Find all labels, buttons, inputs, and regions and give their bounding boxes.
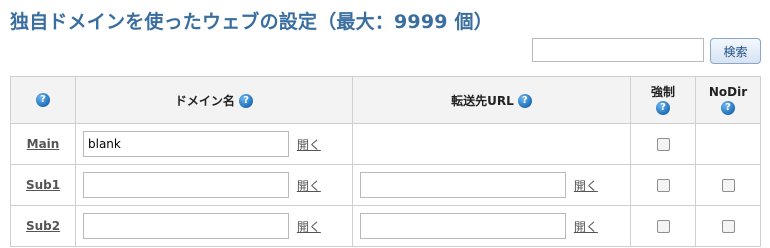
header-help: ? bbox=[10, 76, 76, 124]
force-cell bbox=[630, 205, 696, 247]
domain-cell: 開く bbox=[75, 123, 353, 165]
help-icon[interactable]: ? bbox=[239, 94, 254, 108]
open-link-redirect-sub2[interactable]: 開く bbox=[574, 218, 598, 235]
force-cell bbox=[630, 123, 696, 165]
open-link-domain-sub1[interactable]: 開く bbox=[297, 177, 321, 194]
open-link-redirect-sub1[interactable]: 開く bbox=[574, 177, 598, 194]
search-button[interactable]: 検索 bbox=[710, 38, 761, 64]
force-cell bbox=[630, 164, 696, 206]
table-row-main: Main 開く bbox=[10, 123, 761, 165]
nodir-cell bbox=[695, 164, 761, 206]
nodir-cell bbox=[695, 205, 761, 247]
header-force-label: 強制 bbox=[650, 85, 675, 100]
force-checkbox-sub2[interactable] bbox=[656, 219, 670, 233]
redirect-cell-empty bbox=[352, 123, 631, 165]
row-label-main[interactable]: Main bbox=[11, 137, 75, 151]
table-row-sub2: Sub2 開く 開く bbox=[10, 205, 761, 247]
row-label-sub1[interactable]: Sub1 bbox=[11, 178, 75, 192]
domain-cell: 開く bbox=[75, 164, 353, 206]
open-link-domain-main[interactable]: 開く bbox=[297, 136, 321, 153]
help-icon[interactable]: ? bbox=[517, 94, 532, 108]
domain-input-main[interactable] bbox=[83, 131, 289, 157]
row-label-sub2[interactable]: Sub2 bbox=[11, 219, 75, 233]
help-icon[interactable]: ? bbox=[721, 100, 735, 115]
nodir-checkbox-sub2[interactable] bbox=[721, 219, 735, 233]
header-force: 強制 ? bbox=[630, 76, 696, 124]
redirect-input-sub2[interactable] bbox=[360, 213, 566, 239]
search-input[interactable] bbox=[532, 38, 704, 62]
open-link-domain-sub2[interactable]: 開く bbox=[297, 218, 321, 235]
redirect-cell: 開く bbox=[352, 164, 631, 206]
table-row-sub1: Sub1 開く 開く bbox=[10, 164, 761, 206]
domain-cell: 開く bbox=[75, 205, 353, 247]
help-icon[interactable]: ? bbox=[36, 93, 50, 108]
row-label-cell: Sub2 bbox=[10, 205, 76, 247]
redirect-input-sub1[interactable] bbox=[360, 172, 566, 198]
redirect-cell: 開く bbox=[352, 205, 631, 247]
domain-input-sub1[interactable] bbox=[83, 172, 289, 198]
header-domain-label: ドメイン名 bbox=[174, 93, 235, 108]
domain-input-sub2[interactable] bbox=[83, 213, 289, 239]
header-domain: ドメイン名 ? bbox=[75, 76, 353, 124]
domain-settings-table: ? ドメイン名 ? 転送先URL ? 強制 ? NoDir ? Main bla… bbox=[10, 76, 761, 247]
header-nodir-label: NoDir bbox=[708, 85, 748, 100]
nodir-cell-empty bbox=[695, 123, 761, 165]
page-title: 独自ドメインを使ったウェブの設定（最大：9999 個） bbox=[10, 11, 493, 33]
header-redirect: 転送先URL ? bbox=[352, 76, 631, 124]
header-nodir: NoDir ? bbox=[695, 76, 761, 124]
force-checkbox-sub1[interactable] bbox=[656, 178, 670, 192]
header-redirect-label: 転送先URL bbox=[451, 93, 514, 108]
force-checkbox-main[interactable] bbox=[656, 137, 670, 151]
nodir-checkbox-sub1[interactable] bbox=[721, 178, 735, 192]
row-label-cell: Sub1 bbox=[10, 164, 76, 206]
row-label-cell: Main bbox=[10, 123, 76, 165]
help-icon[interactable]: ? bbox=[656, 100, 670, 115]
table-header-row: ? ドメイン名 ? 転送先URL ? 強制 ? NoDir ? bbox=[10, 76, 761, 124]
